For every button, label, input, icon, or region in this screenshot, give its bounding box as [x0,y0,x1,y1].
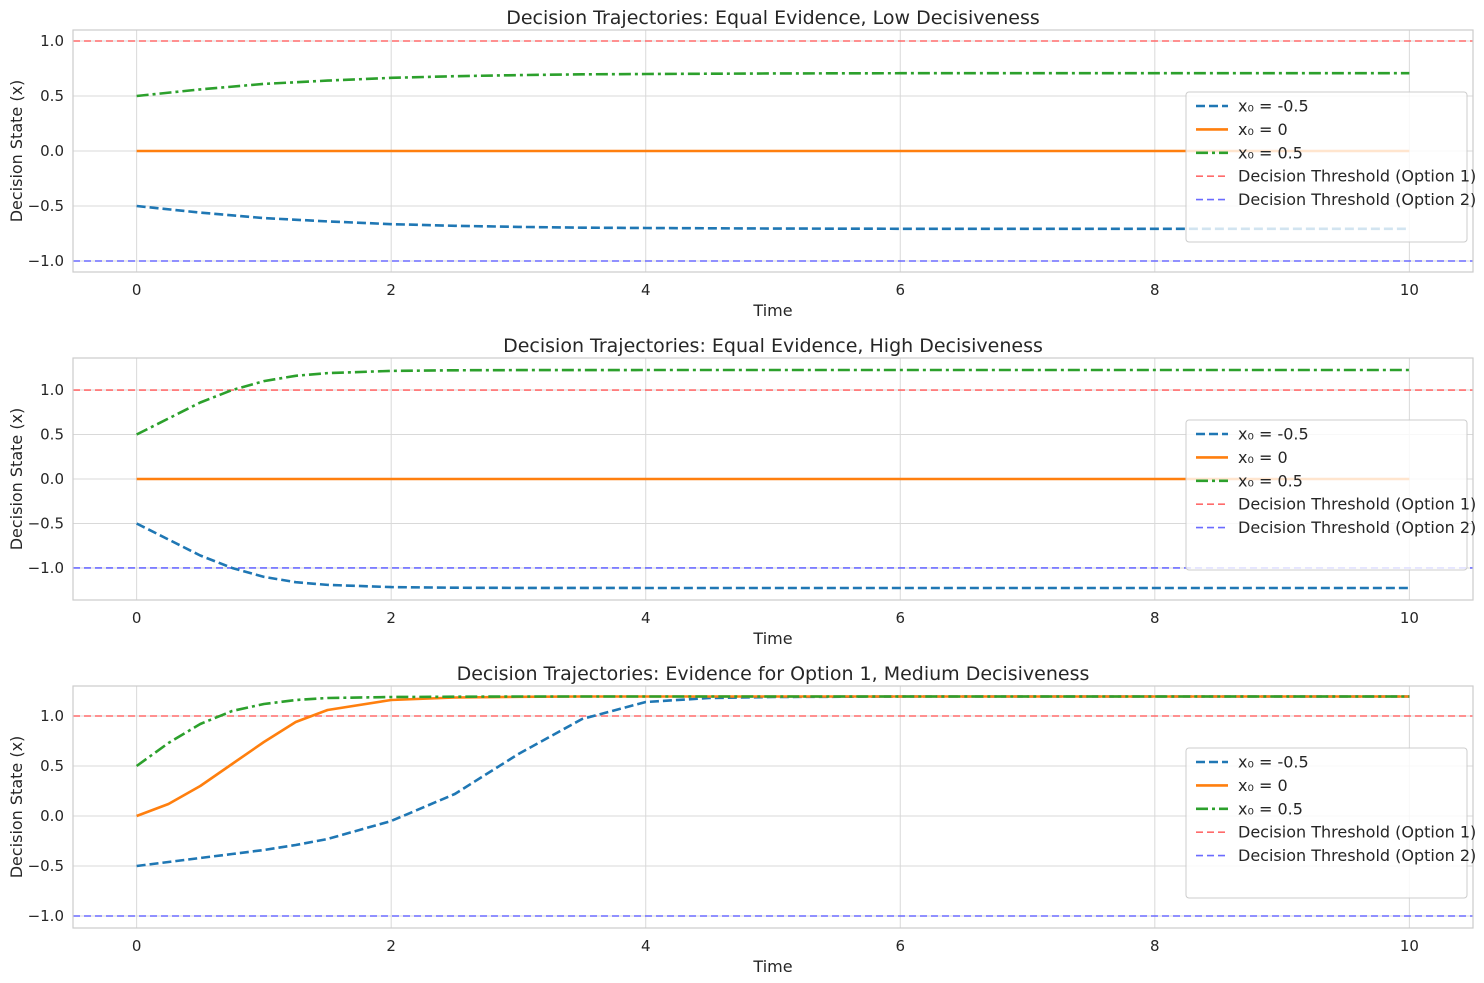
x-tick-label: 6 [895,609,905,627]
legend-entry-threshold-1-label: Decision Threshold (Option 1) [1238,495,1476,514]
x-axis-label: Time [752,629,792,648]
x-tick-label: 10 [1400,281,1419,299]
chart-title: Decision Trajectories: Equal Evidence, H… [503,335,1043,357]
legend-entry-series-3-label: x₀ = 0.5 [1238,143,1303,162]
x-axis-label: Time [752,301,792,320]
y-tick-label: 0.0 [40,807,64,825]
y-tick-label: 0.5 [40,87,64,105]
legend-entry-threshold-2-label: Decision Threshold (Option 2) [1238,190,1476,209]
legend-entry-series-1-label: x₀ = -0.5 [1238,753,1309,772]
legend-entry-threshold-1-label: Decision Threshold (Option 1) [1238,823,1476,842]
y-tick-label: 1.0 [40,707,64,725]
x-tick-label: 6 [895,281,905,299]
x-tick-label: 8 [1150,609,1160,627]
legend-entry-threshold-2-label: Decision Threshold (Option 2) [1238,846,1476,865]
x-tick-label: 8 [1150,281,1160,299]
y-axis-label: Decision State (x) [7,408,26,551]
y-tick-label: −0.5 [28,857,64,875]
y-tick-label: 1.0 [40,381,64,399]
x-tick-label: 6 [895,937,905,955]
y-tick-label: −1.0 [28,252,64,270]
legend-entry-series-2-label: x₀ = 0 [1238,776,1288,795]
y-tick-label: 0.0 [40,470,64,488]
x-axis-label: Time [752,957,792,976]
x-tick-label: 0 [132,609,142,627]
x-tick-label: 4 [641,281,651,299]
x-tick-label: 0 [132,281,142,299]
chart-title: Decision Trajectories: Evidence for Opti… [457,663,1090,685]
legend-entry-threshold-2-label: Decision Threshold (Option 2) [1238,518,1476,537]
x-tick-label: 8 [1150,937,1160,955]
x-tick-label: 10 [1400,937,1419,955]
y-tick-label: 0.0 [40,142,64,160]
legend-entry-series-3-label: x₀ = 0.5 [1238,471,1303,490]
legend-entry-series-2-label: x₀ = 0 [1238,120,1288,139]
y-axis-label: Decision State (x) [7,80,26,223]
chart-panel-3: 0 2 4 6 8 10 −1.0 −0.5 0.0 0.5 1.0 Decision Traject… [7,663,1476,976]
x-tick-label: 4 [641,937,651,955]
y-axis-label: Decision State (x) [7,736,26,879]
x-tick-label: 2 [386,281,396,299]
chart-panel-2: 0 2 4 6 8 10 −1.0 −0.5 0.0 0.5 1.0 Decision Traject… [7,335,1476,648]
y-tick-label: −1.0 [28,559,64,577]
x-tick-label: 0 [132,937,142,955]
y-tick-label: 1.0 [40,32,64,50]
y-tick-label: 0.5 [40,757,64,775]
legend-entry-series-2-label: x₀ = 0 [1238,448,1288,467]
x-tick-label: 2 [386,937,396,955]
y-tick-label: 0.5 [40,426,64,444]
figure: 0 2 4 6 8 10 −1.0 −0.5 0.0 0.5 1.0 Decision Traject… [7,7,1476,976]
legend-entry-threshold-1-label: Decision Threshold (Option 1) [1238,167,1476,186]
chart-title: Decision Trajectories: Equal Evidence, L… [506,7,1040,29]
chart-panel-1: 0 2 4 6 8 10 −1.0 −0.5 0.0 0.5 1.0 Decision Traject… [7,7,1476,320]
legend-entry-series-3-label: x₀ = 0.5 [1238,799,1303,818]
legend-entry-series-1-label: x₀ = -0.5 [1238,97,1309,116]
legend-entry-series-1-label: x₀ = -0.5 [1238,425,1309,444]
x-tick-label: 10 [1400,609,1419,627]
y-tick-label: −0.5 [28,514,64,532]
y-tick-label: −0.5 [28,197,64,215]
x-tick-label: 2 [386,609,396,627]
x-tick-label: 4 [641,609,651,627]
y-tick-label: −1.0 [28,907,64,925]
